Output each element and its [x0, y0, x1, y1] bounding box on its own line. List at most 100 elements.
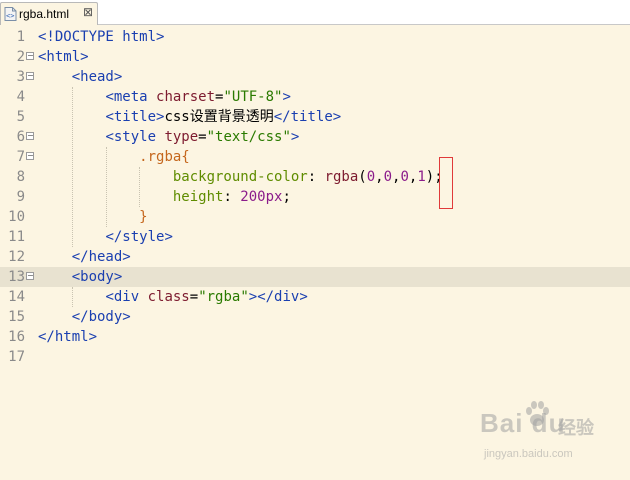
- code-token: "text/css": [206, 129, 291, 145]
- line-number: 12: [8, 249, 25, 265]
- tab-label: rgba.html: [19, 7, 70, 21]
- close-tab-icon[interactable]: ⊠: [82, 6, 94, 18]
- code-token: </body>: [71, 309, 131, 325]
- code-text: <head>: [38, 67, 123, 87]
- code-token: 0: [366, 169, 376, 185]
- code-text: <html>: [38, 47, 89, 67]
- code-token: >: [282, 89, 291, 105]
- code-token: <body>: [71, 269, 123, 285]
- tab-rgba-html[interactable]: <> rgba.html ⊠: [0, 2, 98, 25]
- code-token: <style: [105, 129, 165, 145]
- line-number: 6: [16, 129, 25, 145]
- html-file-icon: <>: [4, 7, 17, 21]
- code-token: .rgba{: [139, 149, 190, 165]
- code-line[interactable]: 12 </head>: [0, 247, 630, 267]
- line-number: 13: [8, 269, 25, 285]
- line-number: 4: [16, 89, 25, 105]
- line-number: 7: [16, 149, 25, 165]
- code-line[interactable]: 17: [0, 347, 630, 367]
- code-token: css设置背景透明: [164, 109, 274, 125]
- code-token: "UTF-8": [223, 89, 283, 105]
- code-token: (: [358, 169, 367, 185]
- code-text: }: [38, 207, 148, 227]
- line-number: 1: [16, 29, 25, 45]
- code-token: height: [172, 189, 224, 205]
- paw-icon: [526, 401, 549, 426]
- code-token: }: [139, 209, 148, 225]
- code-token: "rgba": [198, 289, 249, 305]
- code-token: <title>: [105, 109, 165, 125]
- svg-text:<>: <>: [6, 12, 14, 20]
- code-token: <html>: [38, 49, 89, 65]
- code-token: <!DOCTYPE html>: [38, 29, 165, 45]
- code-line[interactable]: 5 <title>css设置背景透明</title>: [0, 107, 630, 127]
- line-number: 8: [16, 169, 25, 185]
- code-line[interactable]: 6− <style type="text/css">: [0, 127, 630, 147]
- code-text: <meta charset="UTF-8">: [38, 87, 291, 107]
- code-line[interactable]: 7− .rgba{: [0, 147, 630, 167]
- code-token: <head>: [71, 69, 123, 85]
- line-number: 16: [8, 329, 25, 345]
- code-text: </html>: [38, 327, 97, 347]
- code-token: >: [290, 129, 300, 145]
- code-line[interactable]: 13− <body>: [0, 267, 630, 287]
- code-line[interactable]: 9 height: 200px;: [0, 187, 630, 207]
- code-line[interactable]: 4 <meta charset="UTF-8">: [0, 87, 630, 107]
- fold-toggle-icon[interactable]: −: [26, 152, 34, 160]
- code-token: :: [307, 169, 325, 185]
- fold-toggle-icon[interactable]: −: [26, 52, 34, 60]
- line-number: 15: [8, 309, 25, 325]
- line-number: 2: [16, 49, 25, 65]
- code-token: ,: [375, 169, 384, 185]
- code-token: 0: [400, 169, 409, 185]
- code-line[interactable]: 10 }: [0, 207, 630, 227]
- code-line[interactable]: 11 </style>: [0, 227, 630, 247]
- line-number: 11: [8, 229, 25, 245]
- code-text: <style type="text/css">: [38, 127, 299, 147]
- indent-guide: [105, 147, 107, 227]
- line-number: 9: [16, 189, 25, 205]
- code-token: <div: [105, 289, 148, 305]
- code-line[interactable]: 1 <!DOCTYPE html>: [0, 27, 630, 47]
- line-number: 3: [16, 69, 25, 85]
- code-token: <meta: [105, 89, 157, 105]
- indent-guide: [71, 87, 73, 247]
- code-token: rgba: [324, 169, 359, 185]
- indent-guide: [71, 287, 73, 307]
- code-text: </head>: [38, 247, 131, 267]
- code-token: </head>: [71, 249, 131, 265]
- fold-toggle-icon[interactable]: −: [26, 272, 34, 280]
- code-text: <body>: [38, 267, 123, 287]
- code-line[interactable]: 8 background-color: rgba(0,0,0,1);: [0, 167, 630, 187]
- baidu-watermark: Bai du 经验 jingyan.baidu.com: [480, 401, 620, 468]
- indent-guide: [139, 167, 141, 207]
- line-number: 5: [16, 109, 25, 125]
- line-number: 17: [8, 349, 25, 365]
- line-number: 14: [8, 289, 25, 305]
- code-line[interactable]: 14 <div class="rgba"></div>: [0, 287, 630, 307]
- code-token: 1: [417, 169, 426, 185]
- watermark-cn-text: 经验: [558, 418, 594, 439]
- watermark-logo-text: Bai du: [480, 408, 566, 438]
- code-token: :: [223, 189, 241, 205]
- code-text: </body>: [38, 307, 131, 327]
- code-line[interactable]: 3− <head>: [0, 67, 630, 87]
- line-number: 10: [8, 209, 25, 225]
- watermark-url: jingyan.baidu.com: [484, 448, 573, 460]
- code-line[interactable]: 2− <html>: [0, 47, 630, 67]
- fold-toggle-icon[interactable]: −: [26, 132, 34, 140]
- code-line[interactable]: 15 </body>: [0, 307, 630, 327]
- code-token: ></div>: [248, 289, 308, 305]
- code-line[interactable]: 16 </html>: [0, 327, 630, 347]
- code-text: <div class="rgba"></div>: [38, 287, 308, 307]
- fold-toggle-icon[interactable]: −: [26, 72, 34, 80]
- code-token: background-color: [172, 169, 308, 185]
- code-token: </title>: [273, 109, 342, 125]
- code-token: </html>: [38, 329, 98, 345]
